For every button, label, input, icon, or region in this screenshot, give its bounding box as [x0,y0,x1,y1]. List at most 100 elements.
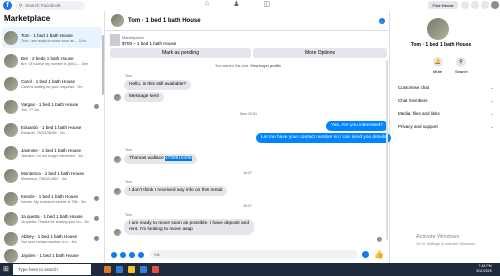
details-title: Tom · 1 bed 1 bath House [410,42,472,48]
avatar [4,191,18,206]
avatar[interactable] [491,1,499,9]
avatar [114,188,121,195]
file-explorer-icon[interactable] [128,266,135,273]
avatar [114,94,121,101]
mute-icon[interactable]: 🔔 [433,57,443,67]
message-sender: Tom [125,148,132,152]
message-bubble[interactable]: Message sent [124,92,164,102]
avatar [4,122,18,137]
app-icon[interactable] [104,266,111,273]
messenger-icon[interactable] [471,1,479,9]
chrome-icon[interactable] [152,266,159,273]
find-friends-button[interactable]: Find friends [428,1,458,9]
list-item[interactable]: Jayden · 1 bed 1 bath House [2,248,102,263]
mute-label: Mute [433,69,442,74]
menu-item-media[interactable]: Media, files and links ⌄ [398,111,494,117]
view-profile-link[interactable]: View buyer profile [250,64,281,68]
notifications-icon[interactable] [481,1,489,9]
plus-icon[interactable] [111,252,117,258]
chat-header: Tom · 1 bed 1 bath House [106,11,390,31]
avatar [114,156,121,163]
timestamp: 18:27 [243,171,252,175]
emoji-icon[interactable] [362,251,369,258]
message-sender: Tom [125,213,132,217]
selected-phone-number[interactable]: 4706915408 [165,156,192,161]
avatar [4,145,18,160]
marketplace-label: Marketplace [122,35,144,40]
avatar [114,229,121,236]
list-item[interactable]: Tom · 1 bed 1 bath House Tom: i am ready … [2,27,102,48]
menu-item-chat-members[interactable]: Chat members ⌄ [398,98,494,104]
gif-icon[interactable] [138,252,144,258]
list-item[interactable]: Abbey · 1 bed 1 bath House You sent conta… [2,228,102,249]
more-options-button[interactable]: More Options [253,48,387,58]
friends-icon[interactable]: ♟ [233,0,239,11]
message-bubble[interactable]: Yes, Are you interested? [326,121,388,131]
read-receipt-icon [94,196,99,201]
edge-icon[interactable] [116,266,123,273]
taskbar-search-input[interactable]: Type here to search [13,264,91,275]
chevron-down-icon: ⌄ [490,124,494,129]
avatar[interactable] [427,18,449,40]
listing-thumbnail[interactable] [110,34,120,46]
timestamp: Mon 20:51 [240,112,257,116]
info-icon[interactable]: i [379,18,385,24]
search-icon[interactable]: ⚲ [456,57,466,67]
seen-avatar [377,237,382,242]
avatar [4,231,18,246]
mail-icon[interactable] [140,266,147,273]
chevron-down-icon: ⌄ [490,85,494,90]
search-icon: ⚲ [19,2,23,8]
avatar [4,99,18,114]
list-item[interactable]: Carol · 1 bed 1 bath House Carol is waiti… [2,73,102,94]
list-item[interactable]: Jasmine · 1 bed 1 bath House Jasmine: I'm… [2,142,102,163]
search-input[interactable]: ⚲ Search Facebook [15,1,85,10]
message-bubble[interactable]: I don't think I received any info on thi… [124,186,228,196]
message-bubble[interactable]: I am ready to move soon as possible. I h… [124,219,254,235]
read-receipt-icon [94,216,99,221]
system-note: Tom started this chat. View buyer profil… [214,64,282,68]
avatar [4,211,18,226]
sticker-icon[interactable] [129,252,135,258]
image-icon[interactable] [120,252,126,258]
message-sender: Tom [125,180,132,184]
search-label: Search [455,69,468,74]
mark-pending-button[interactable]: Mark as pending [110,48,251,58]
timestamp: 18:27 [243,204,252,208]
activate-windows-subtext: Go to Settings to activate Windows. [416,242,476,246]
list-item[interactable]: Vargas · 1 bed 1 bath House You: ?? 1m [2,96,102,117]
menu-item-privacy[interactable]: Privacy and support ⌄ [398,124,494,130]
list-item[interactable]: Bre · 2 beds 1 bath House Bre: Of course … [2,50,102,71]
read-receipt-icon [94,104,99,109]
activate-windows-watermark: Activate Windows [416,234,460,240]
list-item[interactable]: Monterica · 1 bed 1 bath House Monterica:… [2,165,102,186]
avatar [4,248,18,263]
chat-scrollbar[interactable] [386,60,388,240]
menu-icon[interactable] [461,1,469,9]
listing-price[interactable]: $700 – 1 bed 1 bath House [122,41,176,46]
facebook-logo[interactable]: f [3,1,12,10]
like-icon[interactable]: 👍 [374,250,384,259]
message-bubble[interactable]: Thomas wallace 4706915408 [124,154,197,164]
avatar [4,168,18,183]
message-input[interactable]: Aa [150,250,358,259]
taskbar-clock[interactable]: 7:48 PM 3/11/2025 [476,264,492,274]
windows-start-icon[interactable]: ⊞ [3,265,11,273]
message-bubble[interactable]: Hello, is this still available? [124,80,192,90]
menu-item-customise-chat[interactable]: Customise chat ⌄ [398,85,494,91]
home-icon[interactable]: ⌂ [205,0,209,11]
top-nav: ⌂ ♟ ◫ [205,0,270,11]
sidebar-scrollbar[interactable] [102,35,104,95]
avatar [4,76,18,91]
list-item[interactable]: Kenzie · 1 bed 1 bath House Kenzie: My hu… [2,188,102,209]
groups-icon[interactable]: ◫ [264,0,271,11]
read-receipt-icon [94,236,99,241]
avatar [4,30,18,45]
avatar [4,53,18,68]
avatar[interactable] [111,14,124,27]
list-item[interactable]: Eduardo · 1 bed 1 bath House Eduardo: 752… [2,119,102,140]
chevron-down-icon: ⌄ [490,98,494,103]
list-item[interactable]: Ja quetta · 1 bed 1 bath House Ja quetta:… [2,208,102,229]
message-bubble[interactable]: Let me have your contact number so i can… [256,133,392,143]
details-panel [391,11,500,263]
